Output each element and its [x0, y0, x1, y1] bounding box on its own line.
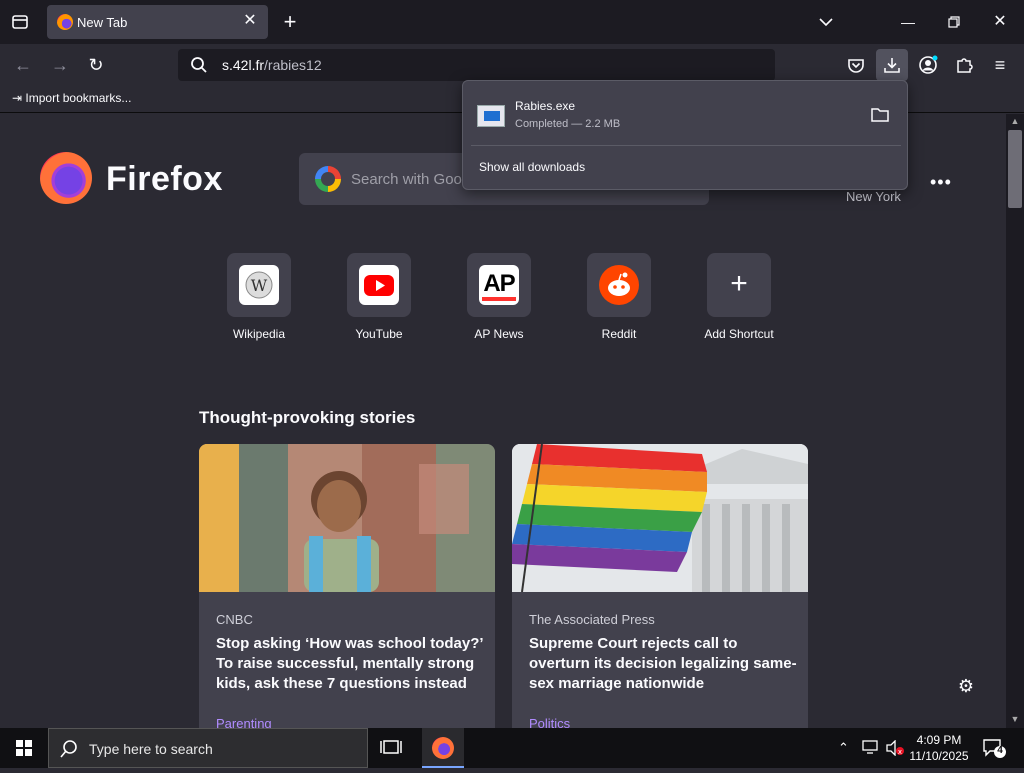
- story-title: Supreme Court rejects call to overturn i…: [529, 635, 797, 692]
- page-scrollbar[interactable]: ▲ ▼: [1006, 114, 1024, 728]
- downloads-button[interactable]: [876, 49, 908, 81]
- clock-date: 11/10/2025: [909, 749, 969, 763]
- youtube-icon: [359, 265, 399, 305]
- svg-text:W: W: [251, 276, 268, 295]
- list-tabs-chevron-icon[interactable]: [814, 10, 838, 34]
- restore-icon[interactable]: [942, 10, 966, 34]
- windows-icon: [16, 740, 32, 756]
- shortcut-add[interactable]: + Add Shortcut: [679, 253, 799, 341]
- reddit-icon: [599, 265, 639, 305]
- story-image: [199, 444, 495, 592]
- task-view-icon[interactable]: [380, 738, 402, 758]
- back-button[interactable]: ←: [10, 52, 36, 78]
- search-icon: [60, 740, 77, 758]
- open-folder-icon[interactable]: [871, 106, 889, 122]
- forward-button[interactable]: →: [47, 52, 73, 78]
- network-icon[interactable]: [862, 740, 880, 757]
- stories-heading: Thought-provoking stories: [199, 408, 416, 427]
- new-tab-page: Firefox Search with Goog New York ••• W …: [0, 114, 1006, 728]
- shortcut-label: Wikipedia: [232, 327, 286, 341]
- shortcut-youtube[interactable]: YouTube: [319, 253, 439, 341]
- notification-count: 4: [997, 745, 1003, 756]
- shortcut-tile: [587, 253, 651, 317]
- firefox-logo-icon: [40, 152, 92, 204]
- new-tab-button[interactable]: +: [278, 10, 302, 34]
- weather-more-icon[interactable]: •••: [930, 172, 952, 193]
- show-all-downloads-button[interactable]: Show all downloads: [479, 160, 585, 174]
- firefox-icon: [432, 737, 454, 759]
- reload-button[interactable]: ↻: [83, 52, 109, 78]
- action-center-button[interactable]: 4: [982, 738, 1006, 758]
- close-window-icon[interactable]: ✕: [988, 10, 1012, 34]
- taskbar-firefox-app[interactable]: [422, 728, 464, 768]
- show-hidden-icons-chevron-icon[interactable]: ⌃: [838, 740, 849, 756]
- shortcut-tile: [347, 253, 411, 317]
- shortcut-wikipedia[interactable]: W Wikipedia: [199, 253, 319, 341]
- shortcut-tile: AP: [467, 253, 531, 317]
- close-tab-icon[interactable]: ✕: [240, 11, 260, 31]
- url-path: /rabies12: [264, 57, 322, 73]
- panel-divider: [471, 145, 901, 146]
- volume-muted-icon[interactable]: x: [886, 739, 904, 759]
- import-bookmarks-label: Import bookmarks...: [25, 91, 132, 105]
- windows-taskbar: Type here to search ⌃ x 4:09 PM 11/10/20…: [0, 728, 1024, 768]
- navigation-toolbar: ← → ↻ s.42l.fr/rabies12 ≡: [0, 44, 1024, 84]
- tab-title: New Tab: [77, 15, 128, 30]
- search-placeholder: Search with Goog: [351, 171, 471, 188]
- shortcut-label: Reddit: [601, 327, 637, 341]
- shortcut-label: Add Shortcut: [704, 327, 774, 341]
- story-source: The Associated Press: [529, 612, 655, 627]
- minimize-icon[interactable]: —: [896, 10, 920, 34]
- svg-text:x: x: [898, 748, 902, 756]
- start-button[interactable]: [0, 728, 48, 768]
- story-category[interactable]: Parenting: [216, 716, 272, 728]
- download-file-name[interactable]: Rabies.exe: [515, 99, 575, 113]
- story-title: Stop asking ‘How was school today?’ To r…: [216, 635, 483, 692]
- download-status: Completed — 2.2 MB: [515, 118, 621, 130]
- story-card[interactable]: CNBC Stop asking ‘How was school today?’…: [199, 444, 495, 728]
- search-icon: [191, 57, 207, 73]
- ap-logo-text: AP: [483, 270, 515, 297]
- download-icon: [884, 58, 900, 73]
- taskbar-search-placeholder: Type here to search: [89, 741, 213, 757]
- story-card[interactable]: The Associated Press Supreme Court rejec…: [512, 444, 808, 728]
- firefox-wordmark: Firefox: [106, 160, 223, 198]
- story-category[interactable]: Politics: [529, 716, 570, 728]
- pocket-icon[interactable]: [843, 52, 869, 78]
- scroll-down-icon[interactable]: ▼: [1009, 714, 1021, 726]
- tab-strip: New Tab ✕ + — ✕: [0, 0, 1024, 44]
- shortcut-tile: +: [707, 253, 771, 317]
- scroll-up-icon[interactable]: ▲: [1009, 116, 1021, 128]
- clock-time: 4:09 PM: [916, 733, 962, 747]
- scrollbar-thumb[interactable]: [1008, 130, 1022, 208]
- system-clock[interactable]: 4:09 PM 11/10/2025: [904, 732, 974, 764]
- weather-location[interactable]: New York: [846, 189, 901, 204]
- extensions-icon[interactable]: [951, 52, 977, 78]
- shortcut-label: YouTube: [355, 327, 403, 341]
- downloads-panel: Rabies.exe Completed — 2.2 MB Show all d…: [462, 80, 908, 190]
- story-image: [512, 444, 808, 593]
- firefox-view-icon[interactable]: [8, 10, 32, 34]
- exe-file-icon: [477, 105, 505, 127]
- taskbar-search-box[interactable]: Type here to search: [48, 728, 368, 768]
- shortcut-reddit[interactable]: Reddit: [559, 253, 679, 341]
- firefox-tab-icon: [57, 14, 73, 30]
- tab-new-tab[interactable]: New Tab ✕: [47, 5, 268, 39]
- menu-icon[interactable]: ≡: [987, 52, 1013, 78]
- shortcut-label: AP News: [474, 327, 524, 341]
- story-source: CNBC: [216, 612, 253, 627]
- shortcut-tile: W: [227, 253, 291, 317]
- account-icon[interactable]: [915, 52, 941, 78]
- customize-gear-icon[interactable]: ⚙: [955, 676, 977, 698]
- shortcut-ap-news[interactable]: AP AP News: [439, 253, 559, 341]
- url-text: s.42l.fr/rabies12: [222, 57, 322, 73]
- url-bar[interactable]: s.42l.fr/rabies12: [178, 49, 775, 81]
- wikipedia-icon: W: [239, 265, 279, 305]
- google-icon: [315, 166, 341, 192]
- import-bookmarks-link[interactable]: ⇥ Import bookmarks...: [12, 91, 131, 105]
- plus-icon: +: [730, 267, 748, 300]
- url-domain: s.42l.fr: [222, 57, 265, 73]
- ap-news-icon: AP: [479, 265, 519, 305]
